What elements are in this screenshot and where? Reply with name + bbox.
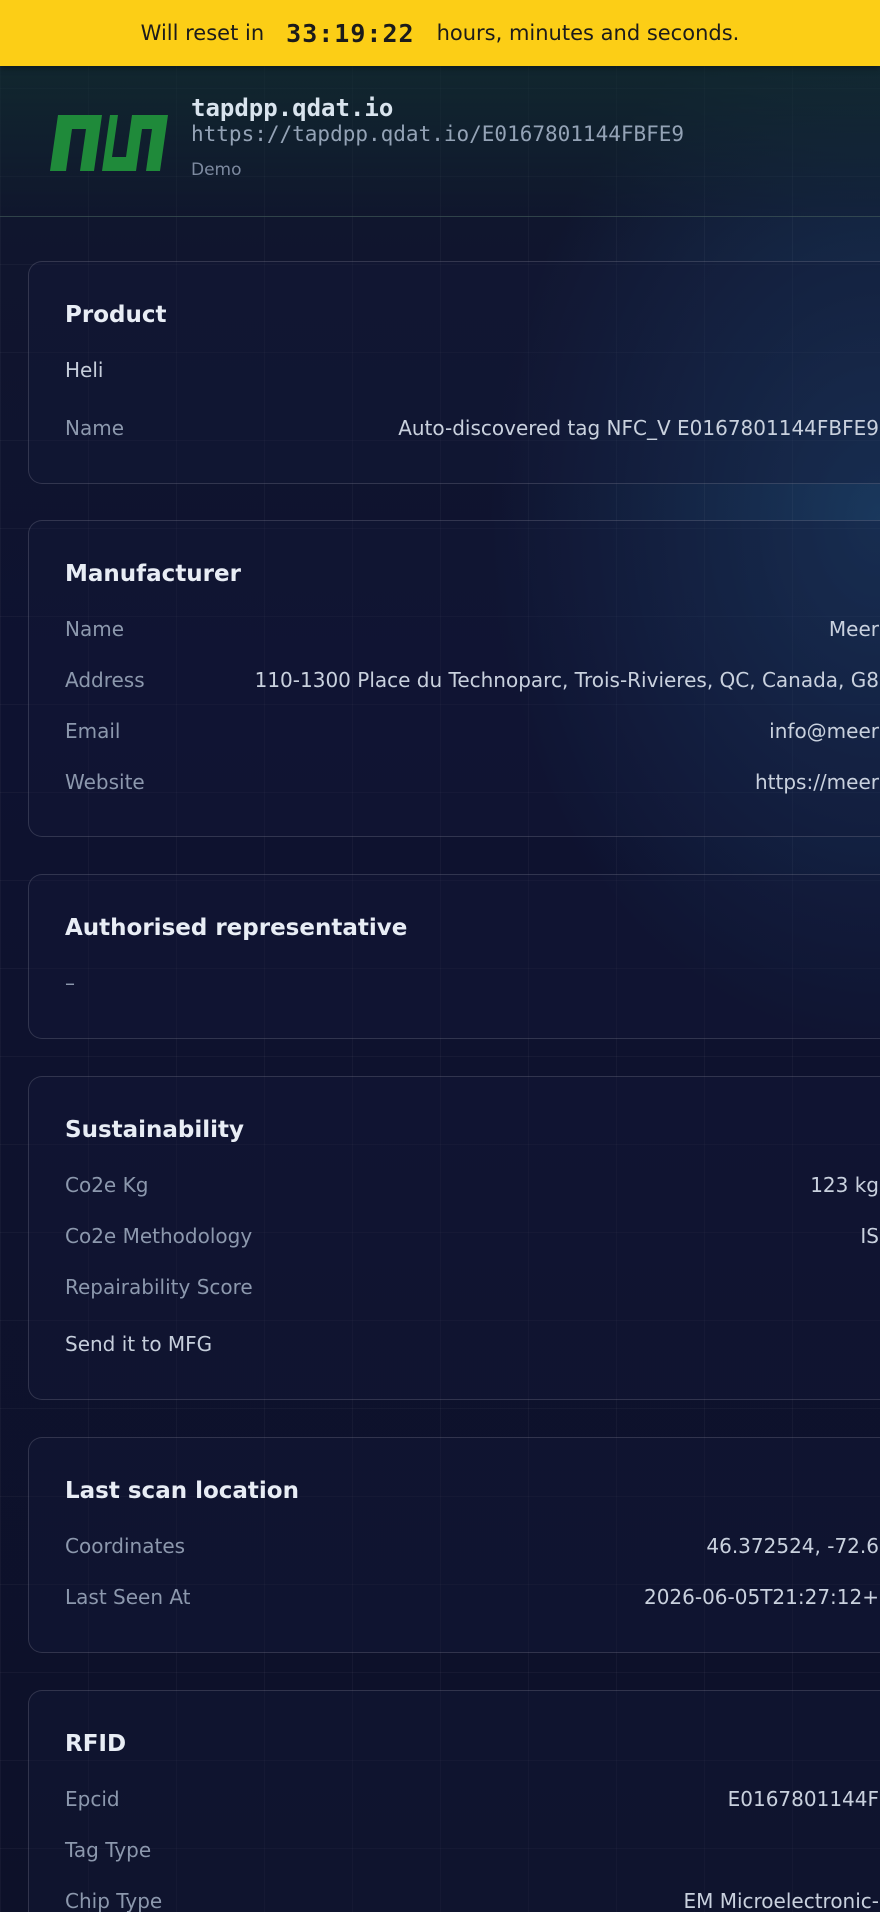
manufacturer-name-value: Meer xyxy=(828,617,879,641)
site-title: tapdpp.qdat.io xyxy=(191,94,394,122)
site-header: tapdpp.qdat.io https://tapdpp.qdat.io/E0… xyxy=(0,66,880,217)
manufacturer-website-value[interactable]: https://meer xyxy=(755,770,879,794)
manufacturer-card: Manufacturer Name Meer Address 110-1300 … xyxy=(28,520,880,837)
reset-banner: Will reset in 33:19:22 hours, minutes an… xyxy=(0,0,880,66)
sustainability-title: Sustainability xyxy=(65,1117,245,1143)
product-name-value: Auto-discovered tag NFC_V E0167801144FBF… xyxy=(398,416,879,440)
co2e-kg-label: Co2e Kg xyxy=(65,1173,149,1197)
site-tag: Demo xyxy=(191,160,242,180)
authorised-representative-value: – xyxy=(65,971,75,995)
product-title: Product xyxy=(65,302,167,328)
last-seen-at-label: Last Seen At xyxy=(65,1585,191,1609)
banner-suffix: hours, minutes and seconds. xyxy=(436,21,740,45)
manufacturer-address-value: 110-1300 Place du Technoparc, Trois-Rivi… xyxy=(254,668,879,692)
epcid-label: Epcid xyxy=(65,1787,120,1811)
authorised-representative-title: Authorised representative xyxy=(65,915,408,941)
reset-timer: 33:19:22 xyxy=(286,18,415,48)
last-scan-title: Last scan location xyxy=(65,1478,299,1504)
epcid-value: E0167801144F xyxy=(727,1787,879,1811)
manufacturer-name-label: Name xyxy=(65,617,125,641)
rfid-card: RFID Epcid E0167801144F Tag Type Chip Ty… xyxy=(28,1690,880,1912)
manufacturer-address-label: Address xyxy=(65,668,145,692)
product-subtitle: Heli xyxy=(65,358,104,382)
manufacturer-website-label: Website xyxy=(65,770,145,794)
product-name-label: Name xyxy=(65,416,125,440)
last-seen-at-value: 2026-06-05T21:27:12+ xyxy=(643,1585,879,1609)
rfid-title: RFID xyxy=(65,1731,127,1757)
sustainability-note: Send it to MFG xyxy=(65,1332,213,1356)
coordinates-value: 46.372524, -72.6 xyxy=(706,1534,879,1558)
manufacturer-email-value[interactable]: info@meer xyxy=(769,719,879,743)
authorised-representative-card: Authorised representative – xyxy=(28,874,880,1039)
tag-type-label: Tag Type xyxy=(65,1838,152,1862)
co2e-methodology-value: IS xyxy=(860,1224,879,1248)
chip-type-label: Chip Type xyxy=(65,1889,163,1912)
co2e-methodology-label: Co2e Methodology xyxy=(65,1224,253,1248)
page: Will reset in 33:19:22 hours, minutes an… xyxy=(0,0,880,1912)
qdat-logo-icon[interactable] xyxy=(42,109,170,173)
banner-prefix: Will reset in xyxy=(140,21,265,45)
manufacturer-title: Manufacturer xyxy=(65,561,241,587)
manufacturer-email-label: Email xyxy=(65,719,121,743)
co2e-kg-value: 123 kg xyxy=(810,1173,879,1197)
sustainability-card: Sustainability Co2e Kg 123 kg Co2e Metho… xyxy=(28,1076,880,1400)
last-scan-card: Last scan location Coordinates 46.372524… xyxy=(28,1437,880,1653)
chip-type-value: EM Microelectronic- xyxy=(683,1889,879,1912)
coordinates-label: Coordinates xyxy=(65,1534,186,1558)
repairability-score-label: Repairability Score xyxy=(65,1275,253,1299)
site-url[interactable]: https://tapdpp.qdat.io/E0167801144FBFE9 xyxy=(191,122,684,146)
product-card: Product Heli Name Auto-discovered tag NF… xyxy=(28,261,880,484)
